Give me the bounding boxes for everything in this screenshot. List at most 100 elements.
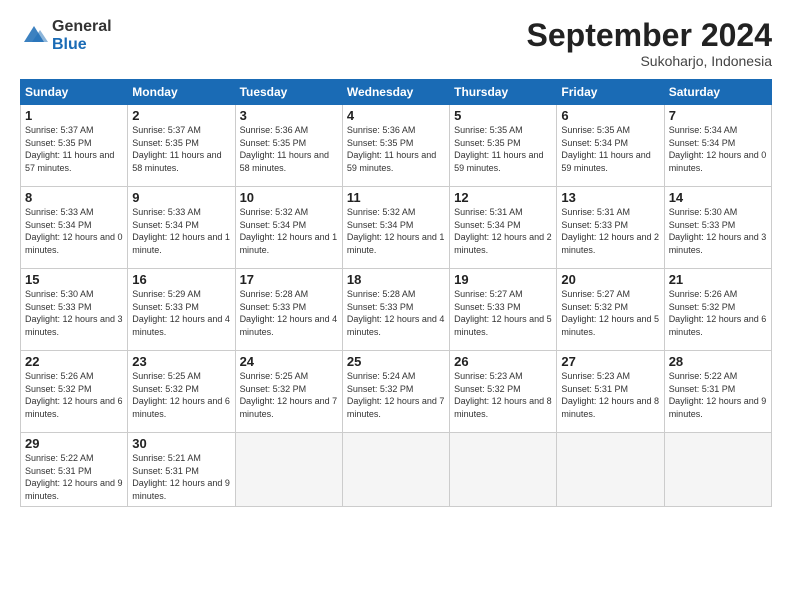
table-row: 29 Sunrise: 5:22 AM Sunset: 5:31 PM Dayl… — [21, 433, 128, 506]
table-row — [557, 433, 664, 506]
day-number: 8 — [25, 190, 123, 205]
day-number: 11 — [347, 190, 445, 205]
day-number: 24 — [240, 354, 338, 369]
month-title: September 2024 — [527, 18, 772, 53]
day-number: 29 — [25, 436, 123, 451]
logo: General Blue — [20, 18, 112, 53]
day-info: Sunrise: 5:37 AM Sunset: 5:35 PM Dayligh… — [132, 124, 230, 174]
table-row: 19 Sunrise: 5:27 AM Sunset: 5:33 PM Dayl… — [450, 269, 557, 351]
calendar: Sunday Monday Tuesday Wednesday Thursday… — [20, 79, 772, 506]
day-number: 9 — [132, 190, 230, 205]
day-info: Sunrise: 5:25 AM Sunset: 5:32 PM Dayligh… — [240, 370, 338, 420]
table-row — [342, 433, 449, 506]
day-info: Sunrise: 5:24 AM Sunset: 5:32 PM Dayligh… — [347, 370, 445, 420]
day-number: 13 — [561, 190, 659, 205]
day-info: Sunrise: 5:32 AM Sunset: 5:34 PM Dayligh… — [347, 206, 445, 256]
day-number: 1 — [25, 108, 123, 123]
table-row — [235, 433, 342, 506]
day-number: 27 — [561, 354, 659, 369]
logo-general-text: General — [52, 18, 112, 36]
day-number: 21 — [669, 272, 767, 287]
day-info: Sunrise: 5:21 AM Sunset: 5:31 PM Dayligh… — [132, 452, 230, 502]
day-info: Sunrise: 5:37 AM Sunset: 5:35 PM Dayligh… — [25, 124, 123, 174]
day-info: Sunrise: 5:27 AM Sunset: 5:32 PM Dayligh… — [561, 288, 659, 338]
table-row: 26 Sunrise: 5:23 AM Sunset: 5:32 PM Dayl… — [450, 351, 557, 433]
day-number: 16 — [132, 272, 230, 287]
day-info: Sunrise: 5:31 AM Sunset: 5:34 PM Dayligh… — [454, 206, 552, 256]
day-number: 23 — [132, 354, 230, 369]
day-info: Sunrise: 5:32 AM Sunset: 5:34 PM Dayligh… — [240, 206, 338, 256]
day-info: Sunrise: 5:36 AM Sunset: 5:35 PM Dayligh… — [240, 124, 338, 174]
day-number: 14 — [669, 190, 767, 205]
table-row: 3 Sunrise: 5:36 AM Sunset: 5:35 PM Dayli… — [235, 105, 342, 187]
day-info: Sunrise: 5:28 AM Sunset: 5:33 PM Dayligh… — [240, 288, 338, 338]
table-row: 10 Sunrise: 5:32 AM Sunset: 5:34 PM Dayl… — [235, 187, 342, 269]
day-number: 28 — [669, 354, 767, 369]
table-row: 15 Sunrise: 5:30 AM Sunset: 5:33 PM Dayl… — [21, 269, 128, 351]
table-row: 6 Sunrise: 5:35 AM Sunset: 5:34 PM Dayli… — [557, 105, 664, 187]
table-row: 13 Sunrise: 5:31 AM Sunset: 5:33 PM Dayl… — [557, 187, 664, 269]
day-info: Sunrise: 5:26 AM Sunset: 5:32 PM Dayligh… — [669, 288, 767, 338]
table-row: 23 Sunrise: 5:25 AM Sunset: 5:32 PM Dayl… — [128, 351, 235, 433]
table-row: 20 Sunrise: 5:27 AM Sunset: 5:32 PM Dayl… — [557, 269, 664, 351]
table-row: 25 Sunrise: 5:24 AM Sunset: 5:32 PM Dayl… — [342, 351, 449, 433]
subtitle: Sukoharjo, Indonesia — [527, 53, 772, 69]
day-number: 3 — [240, 108, 338, 123]
table-row: 4 Sunrise: 5:36 AM Sunset: 5:35 PM Dayli… — [342, 105, 449, 187]
day-number: 7 — [669, 108, 767, 123]
day-number: 6 — [561, 108, 659, 123]
header-wednesday: Wednesday — [342, 80, 449, 105]
day-info: Sunrise: 5:30 AM Sunset: 5:33 PM Dayligh… — [669, 206, 767, 256]
logo-blue-text: Blue — [52, 36, 112, 54]
table-row: 9 Sunrise: 5:33 AM Sunset: 5:34 PM Dayli… — [128, 187, 235, 269]
table-row: 8 Sunrise: 5:33 AM Sunset: 5:34 PM Dayli… — [21, 187, 128, 269]
day-number: 25 — [347, 354, 445, 369]
table-row: 18 Sunrise: 5:28 AM Sunset: 5:33 PM Dayl… — [342, 269, 449, 351]
table-row: 5 Sunrise: 5:35 AM Sunset: 5:35 PM Dayli… — [450, 105, 557, 187]
table-row: 1 Sunrise: 5:37 AM Sunset: 5:35 PM Dayli… — [21, 105, 128, 187]
day-number: 5 — [454, 108, 552, 123]
day-number: 4 — [347, 108, 445, 123]
day-number: 26 — [454, 354, 552, 369]
day-number: 22 — [25, 354, 123, 369]
table-row: 16 Sunrise: 5:29 AM Sunset: 5:33 PM Dayl… — [128, 269, 235, 351]
logo-text: General Blue — [52, 18, 112, 53]
day-number: 2 — [132, 108, 230, 123]
table-row: 14 Sunrise: 5:30 AM Sunset: 5:33 PM Dayl… — [664, 187, 771, 269]
day-info: Sunrise: 5:33 AM Sunset: 5:34 PM Dayligh… — [132, 206, 230, 256]
day-info: Sunrise: 5:22 AM Sunset: 5:31 PM Dayligh… — [25, 452, 123, 502]
header-monday: Monday — [128, 80, 235, 105]
table-row: 30 Sunrise: 5:21 AM Sunset: 5:31 PM Dayl… — [128, 433, 235, 506]
day-number: 30 — [132, 436, 230, 451]
header-sunday: Sunday — [21, 80, 128, 105]
title-area: September 2024 Sukoharjo, Indonesia — [527, 18, 772, 69]
day-info: Sunrise: 5:31 AM Sunset: 5:33 PM Dayligh… — [561, 206, 659, 256]
day-number: 10 — [240, 190, 338, 205]
table-row: 12 Sunrise: 5:31 AM Sunset: 5:34 PM Dayl… — [450, 187, 557, 269]
day-info: Sunrise: 5:23 AM Sunset: 5:32 PM Dayligh… — [454, 370, 552, 420]
day-info: Sunrise: 5:25 AM Sunset: 5:32 PM Dayligh… — [132, 370, 230, 420]
table-row: 17 Sunrise: 5:28 AM Sunset: 5:33 PM Dayl… — [235, 269, 342, 351]
day-number: 12 — [454, 190, 552, 205]
table-row: 7 Sunrise: 5:34 AM Sunset: 5:34 PM Dayli… — [664, 105, 771, 187]
day-info: Sunrise: 5:22 AM Sunset: 5:31 PM Dayligh… — [669, 370, 767, 420]
table-row: 22 Sunrise: 5:26 AM Sunset: 5:32 PM Dayl… — [21, 351, 128, 433]
day-info: Sunrise: 5:29 AM Sunset: 5:33 PM Dayligh… — [132, 288, 230, 338]
table-row: 27 Sunrise: 5:23 AM Sunset: 5:31 PM Dayl… — [557, 351, 664, 433]
day-number: 19 — [454, 272, 552, 287]
table-row: 11 Sunrise: 5:32 AM Sunset: 5:34 PM Dayl… — [342, 187, 449, 269]
header-saturday: Saturday — [664, 80, 771, 105]
day-info: Sunrise: 5:36 AM Sunset: 5:35 PM Dayligh… — [347, 124, 445, 174]
day-number: 20 — [561, 272, 659, 287]
day-info: Sunrise: 5:30 AM Sunset: 5:33 PM Dayligh… — [25, 288, 123, 338]
day-info: Sunrise: 5:35 AM Sunset: 5:35 PM Dayligh… — [454, 124, 552, 174]
day-info: Sunrise: 5:23 AM Sunset: 5:31 PM Dayligh… — [561, 370, 659, 420]
table-row — [664, 433, 771, 506]
day-info: Sunrise: 5:33 AM Sunset: 5:34 PM Dayligh… — [25, 206, 123, 256]
day-info: Sunrise: 5:28 AM Sunset: 5:33 PM Dayligh… — [347, 288, 445, 338]
header-thursday: Thursday — [450, 80, 557, 105]
table-row — [450, 433, 557, 506]
page: General Blue September 2024 Sukoharjo, I… — [0, 0, 792, 612]
header-tuesday: Tuesday — [235, 80, 342, 105]
table-row: 28 Sunrise: 5:22 AM Sunset: 5:31 PM Dayl… — [664, 351, 771, 433]
